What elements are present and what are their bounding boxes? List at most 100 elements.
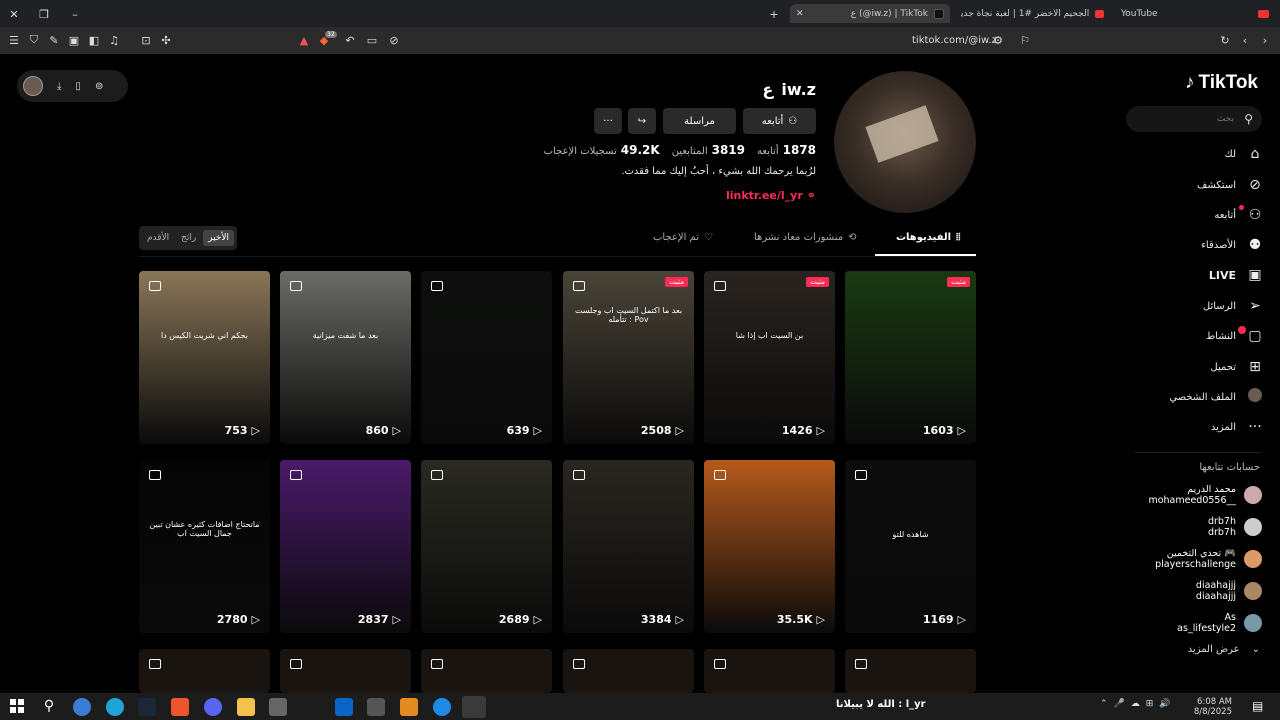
stat-followers[interactable]: 3819المتابعين <box>672 143 745 157</box>
reload-icon[interactable]: ↻ <box>1218 33 1232 47</box>
video-card-partial[interactable] <box>421 649 552 693</box>
shield-icon[interactable]: ⛉ <box>27 33 41 47</box>
video-card[interactable]: مثبت 1603 ▷ <box>845 271 976 444</box>
stat-following[interactable]: 1878أتابعه <box>757 143 816 157</box>
video-card[interactable]: 639 ▷ <box>421 271 552 444</box>
brave-icon[interactable] <box>171 698 189 716</box>
new-tab-icon[interactable]: + <box>767 7 781 21</box>
video-card[interactable]: 3384 ▷ <box>563 460 694 633</box>
sidebar-item-profile[interactable]: الملف الشخصي <box>1169 387 1264 407</box>
app-b-icon[interactable] <box>433 698 451 716</box>
sort-popular[interactable]: رائج <box>176 230 201 246</box>
undo-icon[interactable]: ↶ <box>343 33 357 47</box>
sidebar-item-friends[interactable]: الأصدقاء ⚉ <box>1201 235 1264 255</box>
download-icon[interactable]: ⤓ <box>57 81 61 92</box>
sidebar-item-activity[interactable]: النشاط ▢ <box>1206 326 1264 346</box>
following-account[interactable]: As as_lifestyle2 <box>1177 612 1262 634</box>
notifications-icon[interactable]: ▤ <box>1252 699 1263 713</box>
video-card[interactable]: شاهده للتو 1169 ▷ <box>845 460 976 633</box>
system-tray-icons[interactable]: ⌃🎤☁⊞🔊 <box>1100 699 1177 709</box>
sort-oldest[interactable]: الأقدم <box>142 230 174 246</box>
no-draw-icon[interactable]: ⊘ <box>387 33 401 47</box>
following-account[interactable]: drb7h drb7h <box>1208 516 1262 538</box>
outlook-icon[interactable] <box>335 698 353 716</box>
sidebar-item-upload[interactable]: تحميل ⊞ <box>1210 357 1264 377</box>
forward-icon[interactable]: › <box>1258 33 1272 47</box>
message-button[interactable]: مراسلة <box>663 108 736 134</box>
tiktok-note-icon: ♪ <box>1185 72 1195 93</box>
music-icon[interactable]: ♫ <box>107 33 121 47</box>
sidebar-item-explore[interactable]: استكشف ⊘ <box>1197 175 1264 195</box>
profile-avatar[interactable] <box>834 71 976 213</box>
menu-icon[interactable]: ☰ <box>7 33 21 47</box>
video-card[interactable]: مثبت بعد ما اكتمل السيت اب وجلست تتأمله :… <box>563 271 694 444</box>
active-app-icon[interactable] <box>462 696 486 718</box>
sidebar-item-more[interactable]: المزيد ··· <box>1211 417 1264 437</box>
clock[interactable]: 6:08 AM 8/8/2025 <box>1194 697 1232 717</box>
video-card[interactable]: مثبت بن السيت اب إذا شا 1426 ▷ <box>704 271 835 444</box>
sort-latest[interactable]: الأخير <box>203 230 235 246</box>
extensions-icon[interactable]: ✎ <box>47 33 61 47</box>
tab-youtube-video[interactable]: الجحيم الأخضر #1 | لعبة نجاة جديدة! جا..… <box>955 4 1110 23</box>
video-card-partial[interactable] <box>139 649 270 693</box>
phone-icon[interactable]: ▯ <box>75 81 81 92</box>
follow-button[interactable]: أتابعه ⚇ <box>743 108 816 134</box>
minimize-window-icon[interactable]: – <box>68 7 82 21</box>
tv-icon[interactable]: ▭ <box>365 33 379 47</box>
video-card-partial[interactable] <box>563 649 694 693</box>
search-input[interactable]: بحث ⚲ <box>1126 106 1262 132</box>
store-icon[interactable] <box>269 698 287 716</box>
close-tab-icon[interactable]: ✕ <box>796 9 804 19</box>
close-window-icon[interactable]: ✕ <box>7 7 21 21</box>
sidebar-item-for-you[interactable]: لك ⌂ <box>1225 144 1264 164</box>
tab-youtube[interactable]: YouTube <box>1115 4 1275 23</box>
following-account[interactable]: diaahajjj diaahajjj <box>1196 580 1262 602</box>
sidebar-icon[interactable]: ◧ <box>87 33 101 47</box>
video-card[interactable]: 35.5K ▷ <box>704 460 835 633</box>
compass-small-icon[interactable]: ⊚ <box>95 81 103 92</box>
video-card[interactable]: بعد ما شفت ميزانية 860 ▷ <box>280 271 411 444</box>
app-a-icon[interactable] <box>400 698 418 716</box>
video-card[interactable]: 2689 ▷ <box>421 460 552 633</box>
video-card[interactable]: بحكم اني شريت الكيس دا 753 ▷ <box>139 271 270 444</box>
view-count-value: 639 <box>506 424 530 437</box>
tiktok-logo[interactable]: ♪ TikTok <box>1185 72 1258 94</box>
share-button[interactable]: ↪ <box>628 108 656 134</box>
file-explorer-icon[interactable] <box>237 698 255 716</box>
following-account[interactable]: تحدي التخمين 🎮 playerschallenge <box>1155 548 1262 570</box>
sidebar-item-live[interactable]: LIVE ▣ <box>1209 265 1264 285</box>
account-handle: drb7h <box>1207 527 1236 538</box>
video-card[interactable]: 2837 ▷ <box>280 460 411 633</box>
tab-tiktok[interactable]: ✕ ع (@iw.z) | TikTok <box>790 4 950 23</box>
following-account[interactable]: محمد الدريم mohameed0556__ <box>1148 484 1262 506</box>
copilot-icon[interactable] <box>73 698 91 716</box>
steam-icon[interactable] <box>138 698 156 716</box>
tabs-icon[interactable]: ▣ <box>67 33 81 47</box>
tab-videos[interactable]: الفيديوهات ⦙⦙ <box>896 232 960 243</box>
tab-reposts[interactable]: منشورات معاد نشرها ⟲ <box>754 232 856 243</box>
address-bar[interactable]: tiktok.com/@iw.z <box>912 35 997 46</box>
video-card-partial[interactable] <box>280 649 411 693</box>
back-icon[interactable]: ‹ <box>1238 33 1252 47</box>
profile-link[interactable]: linktr.ee/l_yr ⚭ <box>726 189 816 202</box>
bookmark-icon[interactable]: ⚐ <box>1018 33 1032 47</box>
search-icon[interactable]: ⚲ <box>40 698 58 716</box>
tab-liked[interactable]: تم الإعجاب ♡ <box>653 232 713 243</box>
restore-window-icon[interactable]: ❐ <box>37 7 51 21</box>
triangle-alert-icon[interactable]: ▲ <box>297 33 311 47</box>
puzzle-icon[interactable]: ✣ <box>159 33 173 47</box>
edge-icon[interactable] <box>106 698 124 716</box>
video-card-partial[interactable] <box>845 649 976 693</box>
site-settings-icon[interactable]: ⚙ <box>991 33 1005 47</box>
video-card-partial[interactable] <box>704 649 835 693</box>
windows-start-icon[interactable] <box>9 698 27 716</box>
sidebar-item-messages[interactable]: الرسائل ➢ <box>1203 296 1264 316</box>
video-card[interactable]: ماتحتاج اضافات كثيره عشان تبين جمال السي… <box>139 460 270 633</box>
more-options-button[interactable]: ··· <box>594 108 622 134</box>
see-more-button[interactable]: عرض المزيد ⌄ <box>1188 644 1260 655</box>
settings-icon[interactable] <box>367 698 385 716</box>
avatar[interactable] <box>23 76 43 96</box>
view-count-value: 1426 <box>781 424 813 437</box>
screenshot-icon[interactable]: ⊡ <box>139 33 153 47</box>
discord-icon[interactable] <box>204 698 222 716</box>
